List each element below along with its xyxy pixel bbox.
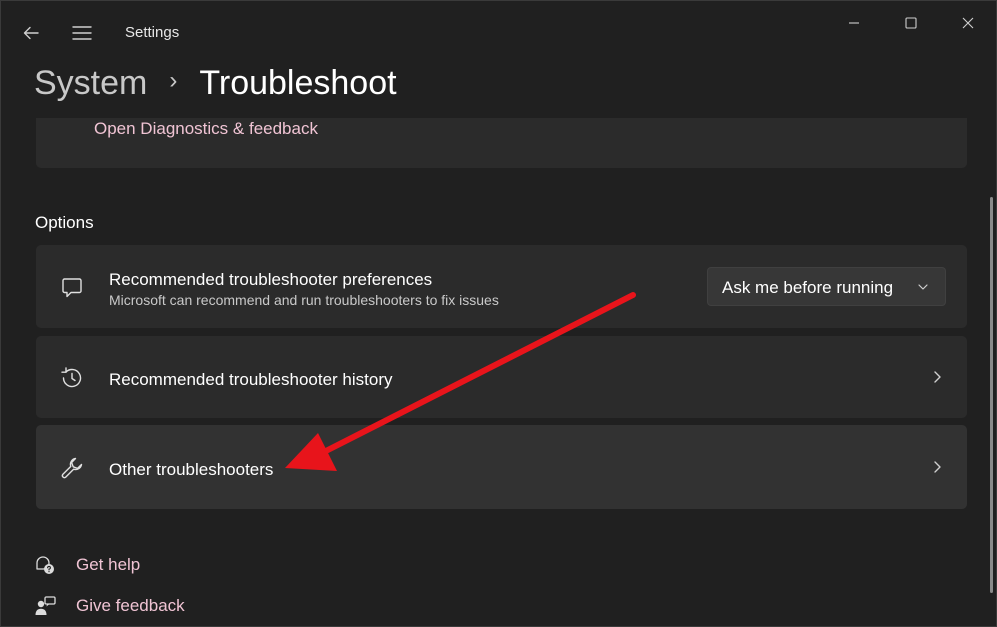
scrollbar[interactable]	[990, 197, 993, 593]
diagnostics-card: Open Diagnostics & feedback	[36, 118, 967, 168]
settings-window: Settings System › Troubleshoot Open Diag…	[0, 0, 997, 627]
app-title: Settings	[125, 24, 180, 41]
troubleshooter-preferences-card: Recommended troubleshooter preferences M…	[36, 245, 967, 328]
chevron-down-icon	[918, 284, 928, 290]
breadcrumb-separator: ›	[169, 67, 178, 94]
open-diagnostics-link[interactable]: Open Diagnostics & feedback	[94, 119, 318, 139]
navigation-menu-button[interactable]	[64, 15, 100, 51]
page-title: Troubleshoot	[199, 63, 397, 102]
troubleshooter-history-card[interactable]: Recommended troubleshooter history	[36, 336, 967, 418]
give-feedback-link[interactable]: Give feedback	[34, 593, 185, 619]
chevron-right-icon	[929, 369, 945, 385]
give-feedback-label: Give feedback	[76, 596, 185, 615]
history-icon	[58, 364, 86, 392]
other-troubleshooters-card[interactable]: Other troubleshooters	[36, 425, 967, 509]
get-help-link[interactable]: Get help	[34, 552, 140, 578]
wrench-icon	[58, 454, 86, 482]
feedback-person-icon	[34, 595, 56, 617]
back-arrow-icon	[23, 26, 39, 40]
minimize-button[interactable]	[831, 9, 877, 37]
preferences-title: Recommended troubleshooter preferences	[109, 270, 433, 289]
minimize-icon	[849, 22, 859, 24]
options-heading: Options	[35, 213, 94, 232]
breadcrumb-system-link[interactable]: System	[34, 64, 147, 103]
preferences-subtitle: Microsoft can recommend and run troubles…	[109, 292, 499, 308]
hamburger-menu-icon	[72, 26, 92, 40]
dropdown-selected-value: Ask me before running	[722, 278, 894, 297]
close-button[interactable]	[945, 9, 991, 37]
other-troubleshooters-title: Other troubleshooters	[109, 460, 274, 479]
get-help-label: Get help	[76, 555, 141, 574]
preferences-dropdown[interactable]: Ask me before running	[707, 267, 946, 306]
maximize-button[interactable]	[888, 9, 934, 37]
title-bar: Settings	[1, 1, 996, 57]
chevron-right-icon	[929, 459, 945, 475]
close-icon	[962, 17, 974, 29]
breadcrumb: System › Troubleshoot	[34, 61, 397, 105]
history-title: Recommended troubleshooter history	[109, 370, 393, 389]
help-chat-icon	[34, 554, 56, 576]
back-button[interactable]	[13, 15, 49, 51]
chat-bubble-icon	[58, 274, 86, 302]
maximize-icon	[905, 17, 917, 29]
